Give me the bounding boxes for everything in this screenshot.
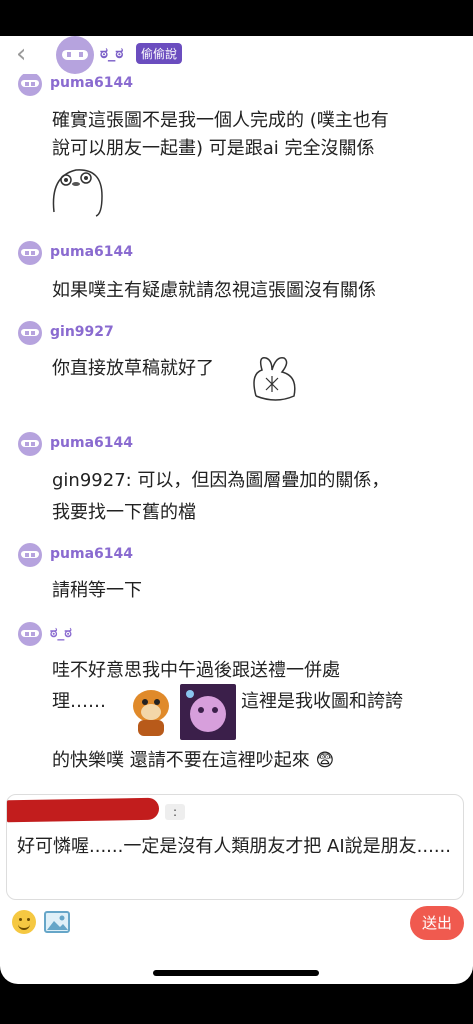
reply-input[interactable]: : 好可憐喔......一定是沒有人類朋友才把 AI說是朋友......: [6, 794, 464, 900]
user-avatar[interactable]: [18, 622, 42, 646]
user-avatar[interactable]: [18, 432, 42, 456]
response-text: 如果噗主有疑慮就請忽視這張圖沒有關係: [52, 280, 376, 301]
response-text: gin9927: 可以，但因為圖層疊加的關係，: [52, 470, 390, 491]
back-button[interactable]: ‹: [16, 40, 26, 68]
user-avatar[interactable]: [18, 72, 42, 96]
photo-sticker: [180, 684, 236, 740]
username[interactable]: puma6144: [50, 546, 133, 562]
rabbit-sticker: [253, 357, 296, 401]
response-text: 這裡是我收圖和誇誇: [241, 691, 403, 712]
image-icon[interactable]: [44, 911, 70, 933]
response-text: 請稍等一下: [52, 580, 142, 601]
dog-sticker: [133, 690, 169, 736]
face-sticker: [52, 169, 103, 217]
user-avatar[interactable]: [18, 543, 42, 567]
redaction-mark: [7, 797, 159, 823]
response-text: 說可以朋友一起畫) 可是跟ai 完全沒關係: [52, 138, 375, 159]
anonymous-badge: 偷偷說: [136, 43, 183, 64]
response-text: 哇不好意思我中午過後跟送禮一併處: [52, 660, 340, 681]
username[interactable]: puma6144: [50, 244, 133, 260]
reply-qualifier[interactable]: :: [165, 804, 186, 820]
user-avatar[interactable]: [18, 241, 42, 265]
response-text: 理……: [52, 691, 106, 712]
thread-header: ‹ ಠ_ಠ 偷偷說: [0, 36, 473, 74]
username[interactable]: ಠ_ಠ: [50, 625, 72, 641]
emoji-icon[interactable]: [12, 910, 36, 934]
username[interactable]: puma6144: [50, 435, 133, 451]
send-button[interactable]: 送出: [410, 906, 464, 940]
username[interactable]: gin9927: [50, 324, 114, 340]
user-avatar[interactable]: [18, 321, 42, 345]
response-text: 我要找一下舊的檔: [52, 502, 196, 523]
response-text: 的快樂噗 還請不要在這裡吵起來 😨: [52, 750, 335, 771]
header-avatar[interactable]: [56, 36, 94, 74]
reply-text[interactable]: 好可憐喔......一定是沒有人類朋友才把 AI說是朋友......: [17, 833, 457, 861]
plurk-thread-screen: ‹ ಠ_ಠ 偷偷說 puma6144 確實這張圖不是我一個人完成的 (噗主也有 …: [0, 36, 473, 984]
username[interactable]: puma6144: [50, 75, 133, 91]
home-indicator[interactable]: [153, 970, 319, 976]
header-username[interactable]: ಠ_ಠ: [100, 44, 123, 62]
response-text: 你直接放草稿就好了: [52, 358, 214, 379]
response-text: 確實這張圖不是我一個人完成的 (噗主也有: [52, 110, 389, 131]
